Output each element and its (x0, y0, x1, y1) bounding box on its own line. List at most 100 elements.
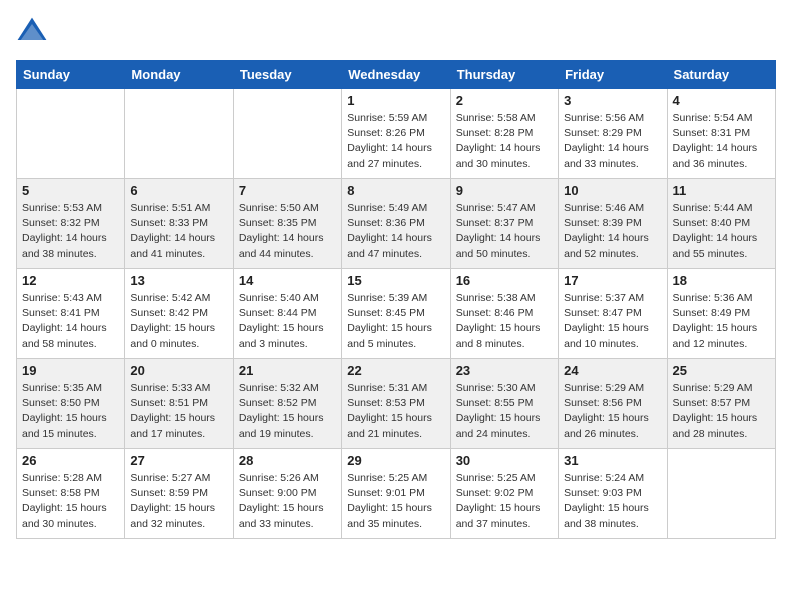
week-row-4: 19 Sunrise: 5:35 AMSunset: 8:50 PMDayligh… (17, 359, 776, 449)
calendar-cell: 7 Sunrise: 5:50 AMSunset: 8:35 PMDaylight… (233, 179, 341, 269)
day-number: 27 (130, 453, 227, 468)
day-number: 11 (673, 183, 770, 198)
day-info: Sunrise: 5:59 AMSunset: 8:26 PMDaylight:… (347, 111, 444, 172)
day-number: 18 (673, 273, 770, 288)
day-number: 7 (239, 183, 336, 198)
day-info: Sunrise: 5:29 AMSunset: 8:56 PMDaylight:… (564, 381, 661, 442)
calendar-cell: 4 Sunrise: 5:54 AMSunset: 8:31 PMDaylight… (667, 89, 775, 179)
day-number: 30 (456, 453, 553, 468)
day-number: 24 (564, 363, 661, 378)
day-info: Sunrise: 5:56 AMSunset: 8:29 PMDaylight:… (564, 111, 661, 172)
calendar-header-thursday: Thursday (450, 61, 558, 89)
calendar-cell: 15 Sunrise: 5:39 AMSunset: 8:45 PMDayligh… (342, 269, 450, 359)
day-info: Sunrise: 5:36 AMSunset: 8:49 PMDaylight:… (673, 291, 770, 352)
day-number: 21 (239, 363, 336, 378)
day-info: Sunrise: 5:38 AMSunset: 8:46 PMDaylight:… (456, 291, 553, 352)
day-info: Sunrise: 5:31 AMSunset: 8:53 PMDaylight:… (347, 381, 444, 442)
calendar-cell (17, 89, 125, 179)
day-number: 19 (22, 363, 119, 378)
calendar-cell (667, 449, 775, 539)
calendar-cell (233, 89, 341, 179)
calendar-header-saturday: Saturday (667, 61, 775, 89)
day-info: Sunrise: 5:35 AMSunset: 8:50 PMDaylight:… (22, 381, 119, 442)
day-info: Sunrise: 5:29 AMSunset: 8:57 PMDaylight:… (673, 381, 770, 442)
calendar-cell: 25Sunrise: 5:29 AMSunset: 8:57 PMDayligh… (667, 359, 775, 449)
calendar-cell: 12 Sunrise: 5:43 AMSunset: 8:41 PMDayligh… (17, 269, 125, 359)
calendar-cell: 23Sunrise: 5:30 AMSunset: 8:55 PMDayligh… (450, 359, 558, 449)
calendar-header-row: SundayMondayTuesdayWednesdayThursdayFrid… (17, 61, 776, 89)
day-number: 17 (564, 273, 661, 288)
day-info: Sunrise: 5:54 AMSunset: 8:31 PMDaylight:… (673, 111, 770, 172)
day-info: Sunrise: 5:39 AMSunset: 8:45 PMDaylight:… (347, 291, 444, 352)
calendar-cell: 9Sunrise: 5:47 AMSunset: 8:37 PMDaylight… (450, 179, 558, 269)
calendar-cell: 18 Sunrise: 5:36 AMSunset: 8:49 PMDayligh… (667, 269, 775, 359)
day-info: Sunrise: 5:37 AMSunset: 8:47 PMDaylight:… (564, 291, 661, 352)
calendar-cell: 8Sunrise: 5:49 AMSunset: 8:36 PMDaylight… (342, 179, 450, 269)
day-number: 13 (130, 273, 227, 288)
calendar-cell: 14Sunrise: 5:40 AMSunset: 8:44 PMDayligh… (233, 269, 341, 359)
day-info: Sunrise: 5:44 AMSunset: 8:40 PMDaylight:… (673, 201, 770, 262)
week-row-3: 12 Sunrise: 5:43 AMSunset: 8:41 PMDayligh… (17, 269, 776, 359)
calendar-cell: 3Sunrise: 5:56 AMSunset: 8:29 PMDaylight… (559, 89, 667, 179)
calendar-cell: 27 Sunrise: 5:27 AMSunset: 8:59 PMDayligh… (125, 449, 233, 539)
calendar-cell: 6 Sunrise: 5:51 AMSunset: 8:33 PMDaylight… (125, 179, 233, 269)
calendar-table: SundayMondayTuesdayWednesdayThursdayFrid… (16, 60, 776, 539)
day-info: Sunrise: 5:27 AMSunset: 8:59 PMDaylight:… (130, 471, 227, 532)
calendar-header-wednesday: Wednesday (342, 61, 450, 89)
day-number: 5 (22, 183, 119, 198)
day-number: 2 (456, 93, 553, 108)
calendar-cell: 29 Sunrise: 5:25 AMSunset: 9:01 PMDayligh… (342, 449, 450, 539)
day-number: 29 (347, 453, 444, 468)
logo (16, 16, 52, 48)
day-info: Sunrise: 5:42 AMSunset: 8:42 PMDaylight:… (130, 291, 227, 352)
calendar-cell: 17 Sunrise: 5:37 AMSunset: 8:47 PMDayligh… (559, 269, 667, 359)
day-info: Sunrise: 5:53 AMSunset: 8:32 PMDaylight:… (22, 201, 119, 262)
day-number: 20 (130, 363, 227, 378)
day-number: 26 (22, 453, 119, 468)
day-info: Sunrise: 5:25 AMSunset: 9:01 PMDaylight:… (347, 471, 444, 532)
day-info: Sunrise: 5:33 AMSunset: 8:51 PMDaylight:… (130, 381, 227, 442)
day-info: Sunrise: 5:40 AMSunset: 8:44 PMDaylight:… (239, 291, 336, 352)
day-number: 1 (347, 93, 444, 108)
calendar-cell: 2 Sunrise: 5:58 AMSunset: 8:28 PMDaylight… (450, 89, 558, 179)
day-number: 31 (564, 453, 661, 468)
calendar-header-sunday: Sunday (17, 61, 125, 89)
day-info: Sunrise: 5:30 AMSunset: 8:55 PMDaylight:… (456, 381, 553, 442)
calendar-cell: 11 Sunrise: 5:44 AMSunset: 8:40 PMDayligh… (667, 179, 775, 269)
day-info: Sunrise: 5:51 AMSunset: 8:33 PMDaylight:… (130, 201, 227, 262)
day-number: 16 (456, 273, 553, 288)
day-info: Sunrise: 5:58 AMSunset: 8:28 PMDaylight:… (456, 111, 553, 172)
day-number: 15 (347, 273, 444, 288)
day-info: Sunrise: 5:25 AMSunset: 9:02 PMDaylight:… (456, 471, 553, 532)
calendar-cell: 16 Sunrise: 5:38 AMSunset: 8:46 PMDayligh… (450, 269, 558, 359)
day-info: Sunrise: 5:50 AMSunset: 8:35 PMDaylight:… (239, 201, 336, 262)
day-number: 6 (130, 183, 227, 198)
calendar-cell: 5 Sunrise: 5:53 AMSunset: 8:32 PMDaylight… (17, 179, 125, 269)
calendar-header-tuesday: Tuesday (233, 61, 341, 89)
day-info: Sunrise: 5:28 AMSunset: 8:58 PMDaylight:… (22, 471, 119, 532)
calendar-cell: 1 Sunrise: 5:59 AMSunset: 8:26 PMDaylight… (342, 89, 450, 179)
calendar-header-monday: Monday (125, 61, 233, 89)
day-number: 10 (564, 183, 661, 198)
day-info: Sunrise: 5:26 AMSunset: 9:00 PMDaylight:… (239, 471, 336, 532)
day-number: 8 (347, 183, 444, 198)
day-number: 22 (347, 363, 444, 378)
day-number: 12 (22, 273, 119, 288)
calendar-cell: 24 Sunrise: 5:29 AMSunset: 8:56 PMDayligh… (559, 359, 667, 449)
week-row-1: 1 Sunrise: 5:59 AMSunset: 8:26 PMDaylight… (17, 89, 776, 179)
page-header (16, 16, 776, 48)
calendar-cell: 30 Sunrise: 5:25 AMSunset: 9:02 PMDayligh… (450, 449, 558, 539)
calendar-cell: 31 Sunrise: 5:24 AMSunset: 9:03 PMDayligh… (559, 449, 667, 539)
day-number: 9 (456, 183, 553, 198)
week-row-2: 5 Sunrise: 5:53 AMSunset: 8:32 PMDaylight… (17, 179, 776, 269)
calendar-cell: 22 Sunrise: 5:31 AMSunset: 8:53 PMDayligh… (342, 359, 450, 449)
calendar-cell: 10 Sunrise: 5:46 AMSunset: 8:39 PMDayligh… (559, 179, 667, 269)
day-info: Sunrise: 5:46 AMSunset: 8:39 PMDaylight:… (564, 201, 661, 262)
day-info: Sunrise: 5:43 AMSunset: 8:41 PMDaylight:… (22, 291, 119, 352)
calendar-cell: 20 Sunrise: 5:33 AMSunset: 8:51 PMDayligh… (125, 359, 233, 449)
calendar-cell (125, 89, 233, 179)
calendar-header-friday: Friday (559, 61, 667, 89)
week-row-5: 26 Sunrise: 5:28 AMSunset: 8:58 PMDayligh… (17, 449, 776, 539)
day-info: Sunrise: 5:24 AMSunset: 9:03 PMDaylight:… (564, 471, 661, 532)
day-number: 4 (673, 93, 770, 108)
